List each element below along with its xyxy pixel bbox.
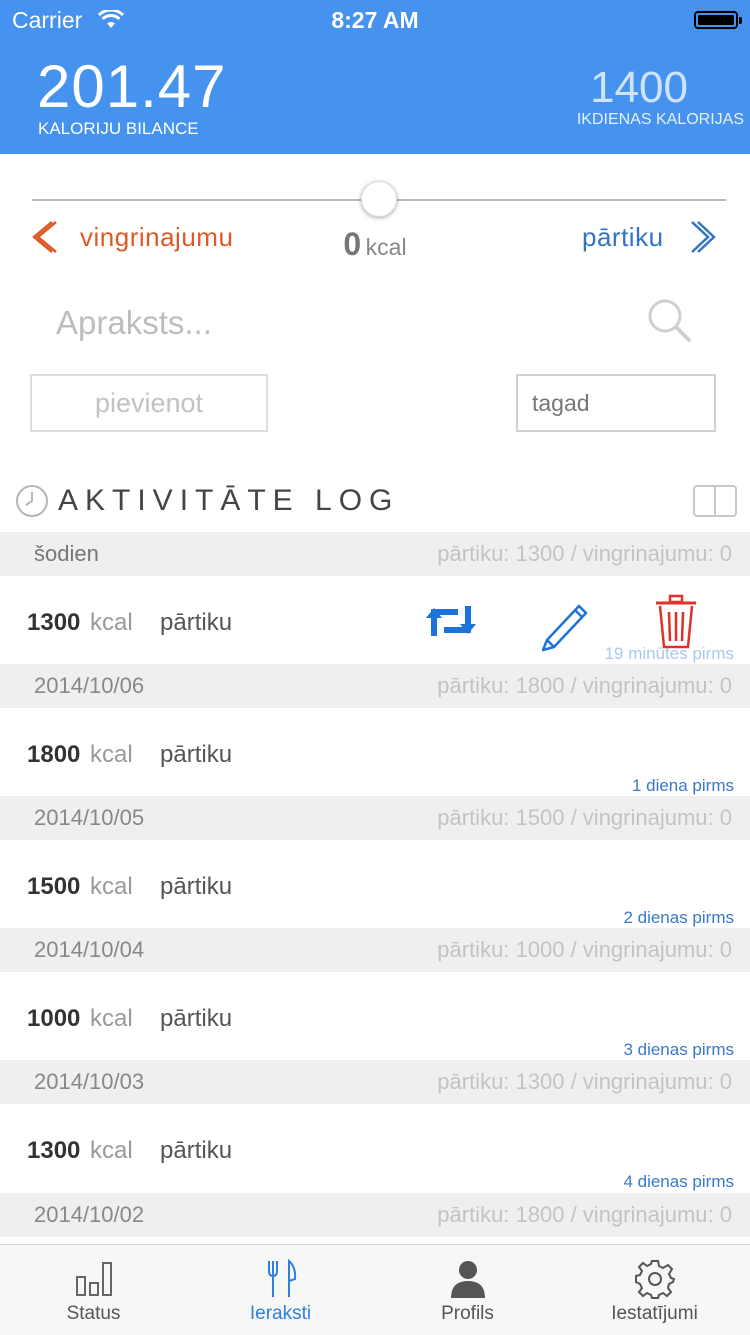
entry-type: pārtiku [160,609,233,636]
day-summary: pārtiku: 1300 / vingrinajumu: 0 [437,1069,732,1094]
entry-kcal-unit: kcal [90,1005,133,1032]
date-label: 2014/10/02 [34,1202,145,1227]
person-icon [374,1259,561,1299]
activity-log-title: AKTIVITĀTE LOG [58,484,400,517]
calorie-slider-knob[interactable] [361,181,397,217]
daily-calories-value: 1400 [590,63,688,112]
day-summary: pārtiku: 1800 / vingrinajumu: 0 [437,1202,732,1227]
trash-icon[interactable] [654,594,698,655]
date-row: 2014/10/05 pārtiku: 1500 / vingrinajumu:… [0,796,750,840]
battery-icon [694,11,742,29]
tab-status[interactable]: Status [0,1245,187,1335]
date-label: 2014/10/06 [34,673,145,698]
clock-icon [15,484,49,523]
calorie-balance-label: KALORIJU BILANCE [38,119,199,138]
entry-kcal-unit: kcal [90,741,133,768]
entry-time-ago: 1 diena pirms [631,776,734,795]
entry-type: pārtiku [160,741,233,768]
day-summary: pārtiku: 1800 / vingrinajumu: 0 [437,673,732,698]
description-input[interactable] [56,300,576,346]
gear-icon [561,1259,748,1299]
entry-time-ago: 4 dienas pirms [623,1172,734,1191]
tab-settings[interactable]: Iestatījumi [561,1245,748,1335]
repeat-icon[interactable] [424,600,478,647]
date-label: šodien [34,541,99,566]
slider-value-unit: kcal [365,234,407,260]
tab-label: Status [66,1303,121,1324]
chevron-right-icon[interactable] [690,220,718,259]
date-label: 2014/10/04 [34,937,145,962]
add-button[interactable]: pievienot [30,374,268,432]
date-label: 2014/10/05 [34,805,145,830]
search-icon[interactable] [645,296,693,349]
time-field[interactable]: tagad [516,374,716,432]
tab-label: Ieraksti [249,1303,312,1324]
daily-calories-label: IKDIENAS KALORIJAS [576,111,744,128]
list-item[interactable]: 1300 kcal pārtiku 4 dienas pirms [0,1104,750,1192]
book-icon[interactable] [692,484,738,523]
slider-value-number: 0 [343,226,362,262]
entry-kcal: 1300 [27,609,81,636]
date-row: šodien pārtiku: 1300 / vingrinajumu: 0 [0,532,750,576]
entry-kcal: 1500 [27,873,81,900]
date-row: 2014/10/02 pārtiku: 1800 / vingrinajumu:… [0,1193,750,1237]
entry-kcal: 1300 [27,1137,81,1164]
entry-kcal: 1800 [27,741,81,768]
list-item[interactable]: 1500 kcal pārtiku 2 dienas pirms [0,840,750,928]
entry-kcal-unit: kcal [90,873,133,900]
status-bar: Carrier 8:27 AM [0,0,750,40]
list-item[interactable]: 1300 kcal pārtiku 19 minūtes pirms [0,576,750,664]
fork-knife-icon [187,1259,374,1299]
food-label[interactable]: pārtiku [582,222,664,253]
date-row: 2014/10/03 pārtiku: 1300 / vingrinajumu:… [0,1060,750,1104]
entry-time-ago: 2 dienas pirms [623,908,734,927]
entry-type: pārtiku [160,1137,233,1164]
list-item[interactable]: 1800 kcal pārtiku 1 diena pirms [0,708,750,796]
list-item[interactable]: 1000 kcal pārtiku 3 dienas pirms [0,972,750,1060]
date-label: 2014/10/03 [34,1069,145,1094]
entry-type: pārtiku [160,873,233,900]
entry-kcal: 1000 [27,1005,81,1032]
tab-profile[interactable]: Profils [374,1245,561,1335]
tab-entries[interactable]: Ieraksti [187,1245,374,1335]
tab-label: Profils [441,1303,494,1324]
edit-pencil-icon[interactable] [537,596,593,657]
header: Carrier 8:27 AM 201.47 KALORIJU BILANCE … [0,0,750,154]
calorie-balance-value: 201.47 [37,53,227,120]
tab-label: Iestatījumi [611,1303,698,1324]
tab-bar: Status Ieraksti Profils Iestatījumi [0,1244,750,1335]
bar-chart-icon [0,1259,187,1299]
entry-kcal-unit: kcal [90,609,133,636]
date-row: 2014/10/04 pārtiku: 1000 / vingrinajumu:… [0,928,750,972]
day-summary: pārtiku: 1000 / vingrinajumu: 0 [437,937,732,962]
day-summary: pārtiku: 1500 / vingrinajumu: 0 [437,805,732,830]
day-summary: pārtiku: 1300 / vingrinajumu: 0 [437,541,732,566]
clock-time: 8:27 AM [331,7,419,33]
entry-time-ago: 3 dienas pirms [623,1040,734,1059]
entry-type: pārtiku [160,1005,233,1032]
entry-kcal-unit: kcal [90,1137,133,1164]
date-row: 2014/10/06 pārtiku: 1800 / vingrinajumu:… [0,664,750,708]
